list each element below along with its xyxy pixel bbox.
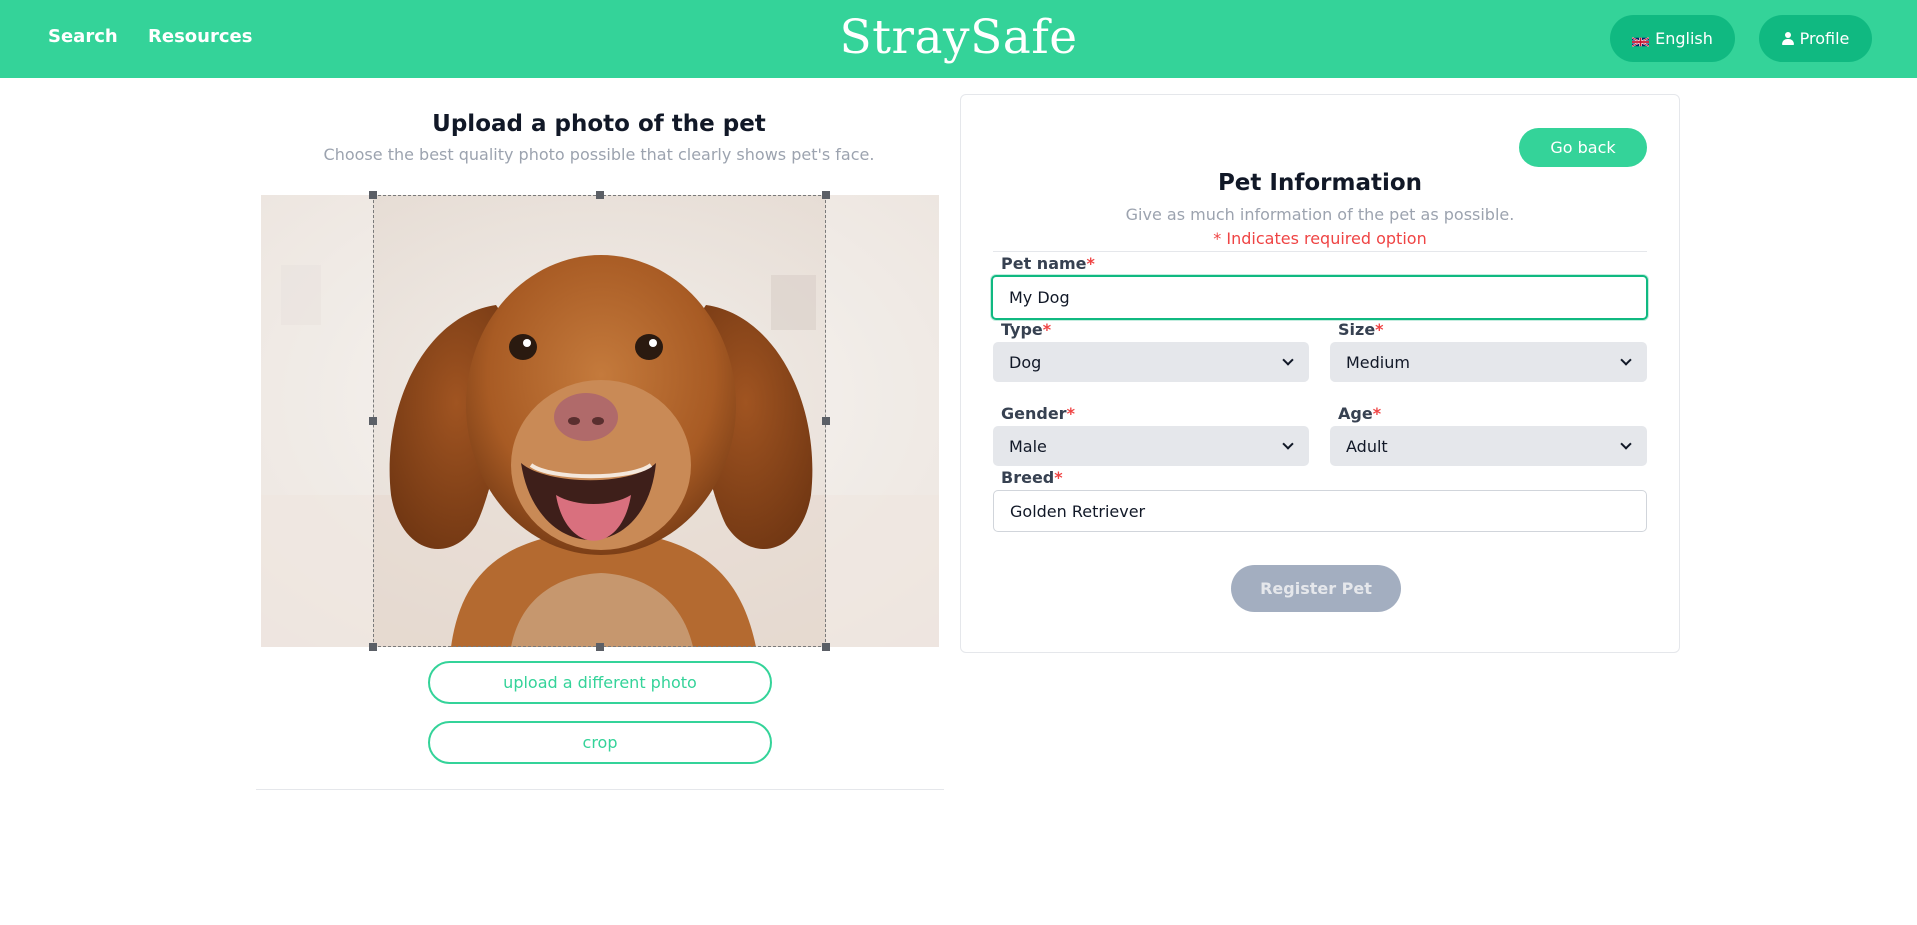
language-button[interactable]: English	[1610, 15, 1735, 62]
uk-flag-icon	[1631, 33, 1650, 47]
type-label: Type*	[1001, 320, 1052, 339]
required-star: *	[1042, 320, 1052, 339]
form-divider	[993, 251, 1647, 252]
form-title: Pet Information	[1217, 170, 1423, 196]
crop-handle-left[interactable]	[369, 417, 377, 425]
chevron-down-icon	[1620, 438, 1632, 450]
required-star: *	[1054, 468, 1063, 487]
top-nav: Search Resources StraySafe English Profi…	[0, 0, 1917, 78]
size-label: Size*	[1338, 320, 1384, 339]
chevron-down-icon	[1282, 354, 1294, 366]
size-select-value: Medium	[1346, 352, 1410, 372]
crop-dim-left	[261, 195, 373, 647]
crop-handle-bottom-right[interactable]	[822, 643, 830, 651]
crop-handle-right[interactable]	[822, 417, 830, 425]
breed-input[interactable]: Golden Retriever	[993, 490, 1647, 532]
age-select-value: Adult	[1346, 436, 1388, 456]
nav-resources-link[interactable]: Resources	[148, 26, 252, 47]
profile-button[interactable]: Profile	[1759, 15, 1872, 62]
upload-title: Upload a photo of the pet	[432, 111, 766, 137]
size-select[interactable]: Medium	[1330, 342, 1647, 382]
divider	[256, 789, 944, 790]
crop-handle-bottom-left[interactable]	[369, 643, 377, 651]
chevron-down-icon	[1620, 354, 1632, 366]
crop-dim-right	[826, 195, 939, 647]
crop-handle-top[interactable]	[596, 191, 604, 199]
required-star: *	[1086, 254, 1095, 273]
register-pet-button[interactable]: Register Pet	[1231, 565, 1401, 612]
crop-selection[interactable]	[369, 191, 830, 651]
age-label: Age*	[1338, 404, 1382, 423]
nav-search-link[interactable]: Search	[48, 26, 118, 47]
crop-button[interactable]: crop	[428, 721, 772, 764]
required-star: *	[1375, 320, 1384, 339]
required-star: *	[1066, 404, 1075, 423]
upload-different-photo-button[interactable]: upload a different photo	[428, 661, 772, 704]
gender-select-value: Male	[1009, 436, 1047, 456]
profile-label: Profile	[1799, 29, 1850, 48]
type-select-value: Dog	[1009, 352, 1042, 372]
gender-label: Gender*	[1001, 404, 1075, 423]
language-label: English	[1655, 29, 1713, 48]
chevron-down-icon	[1282, 438, 1294, 450]
go-back-button[interactable]: Go back	[1519, 128, 1647, 167]
gender-select[interactable]: Male	[993, 426, 1309, 466]
pet-name-input[interactable]: My Dog	[991, 275, 1648, 320]
form-subtitle: Give as much information of the pet as p…	[1125, 205, 1515, 224]
crop-handle-bottom[interactable]	[596, 643, 604, 651]
crop-handle-top-right[interactable]	[822, 191, 830, 199]
upload-subtitle: Choose the best quality photo possible t…	[323, 145, 875, 164]
crop-handle-top-left[interactable]	[369, 191, 377, 199]
required-star: *	[1372, 404, 1382, 423]
required-note: * Indicates required option	[1213, 229, 1427, 248]
age-select[interactable]: Adult	[1330, 426, 1647, 466]
pet-name-label: Pet name*	[1001, 254, 1095, 273]
person-icon	[1781, 32, 1794, 45]
breed-label: Breed*	[1001, 468, 1063, 487]
type-select[interactable]: Dog	[993, 342, 1309, 382]
